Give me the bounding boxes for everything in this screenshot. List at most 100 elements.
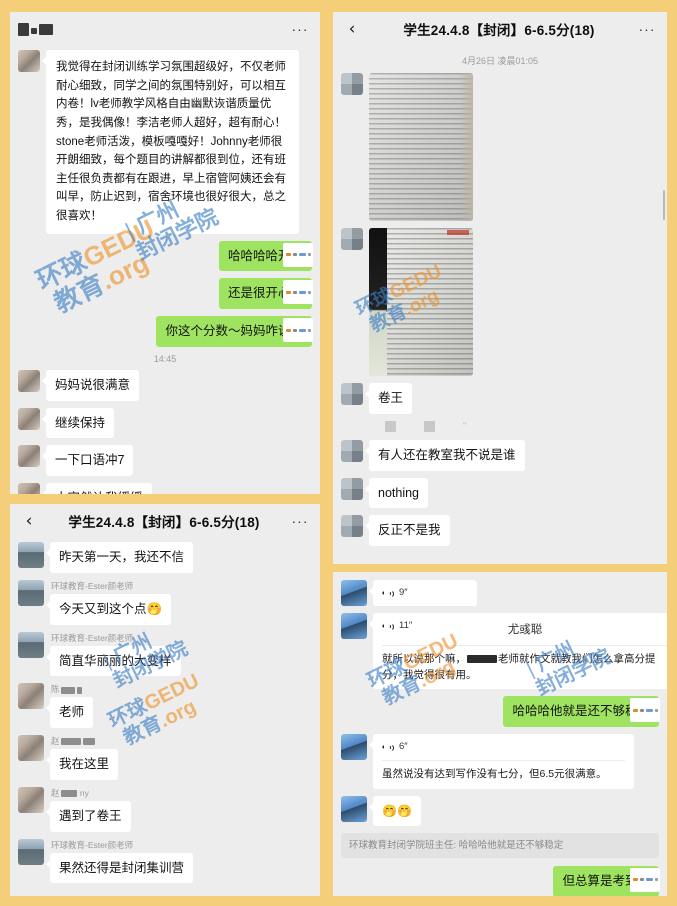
voice-transcript: 就所以说那个嘛， 老师就作文就教我们怎么拿高分提分，我觉得很有用。 [382, 644, 667, 684]
emoji-message[interactable]: 🤭🤭 [369, 795, 421, 826]
chat-title: 学生24.4.8【封闭】6-6.5分(18) [68, 515, 260, 530]
sender-name: 环球教育-Ester颜老师 [51, 632, 134, 643]
message-row: 一下口语冲7 [18, 445, 312, 477]
message-bubble[interactable]: 老师 [45, 697, 94, 728]
message-row [341, 73, 659, 221]
sender-name: 环球教育-Ester颜老师 [51, 580, 134, 591]
read-receipt-stub [283, 318, 313, 343]
avatar[interactable] [18, 735, 44, 761]
sender-name-redacted: 陈 [51, 683, 93, 695]
chevron-left-icon[interactable]: ‹ [18, 512, 40, 530]
message-bubble[interactable]: 简直华丽丽的大变样 [46, 645, 181, 677]
avatar[interactable] [341, 439, 363, 462]
message-list-top-right: 4月26日 凌晨01:05 卷王 " 有人还在教室我不说是谁 nothing 反… [333, 46, 667, 546]
photo-message[interactable] [369, 73, 473, 221]
message-bubble[interactable]: 妈妈说很满意 [41, 369, 140, 401]
panel-bottom-left: ‹ 学生24.4.8【封闭】6-6.5分(18) ··· 昨天第一天，我还不信 … [10, 504, 320, 896]
avatar[interactable] [18, 542, 44, 568]
message-row: 反正不是我 [341, 515, 659, 546]
voice-message-with-transcript[interactable]: 6″ 虽然说没有达到写作没有七分，但6.5元很满意。 [369, 734, 634, 789]
voice-speaker-name: 尤彧聪 [507, 623, 543, 636]
avatar[interactable] [341, 383, 363, 405]
message-list-bottom-left: 昨天第一天，我还不信 环球教育-Ester颜老师 今天又到这个点🤭 环球教育-E… [10, 538, 320, 884]
score-sheet-photo[interactable] [369, 73, 473, 221]
panel-top-right: ‹ 学生24.4.8【封闭】6-6.5分(18) ··· 4月26日 凌晨01:… [333, 12, 667, 564]
message-bubble[interactable]: 继续保持 [41, 407, 115, 439]
panel-top-left: ··· 我觉得在封闭训练学习氛围超级好，不仅老师耐心细致，同学之间的氛围特别好，… [10, 12, 320, 494]
quoted-reply[interactable]: 环球教育封闭学院班主任: 哈哈哈他就是还不够稳定 [341, 832, 659, 858]
more-dots-icon[interactable]: ··· [288, 21, 312, 37]
photo-message[interactable] [369, 228, 473, 376]
message-row: 继续保持 [18, 407, 312, 439]
message-row: 还是很开心的 [18, 278, 313, 310]
scrollbar-thumb[interactable] [663, 190, 665, 220]
message-bubble[interactable]: 一下口语冲7 [41, 445, 134, 477]
voice-duration: 9″ [399, 587, 408, 598]
message-row: 有人还在教室我不说是谁 [341, 439, 659, 471]
message-bubble[interactable]: 遇到了卷王 [46, 800, 131, 832]
message-row: 哈哈哈他就是还不够稳定 [341, 696, 660, 728]
sender-name: 环球教育-Ester颜老师 [51, 839, 134, 850]
avatar[interactable] [341, 515, 363, 538]
message-row: 卷王 [341, 383, 659, 414]
chat-header-top-right: ‹ 学生24.4.8【封闭】6-6.5分(18) ··· [333, 12, 667, 46]
avatar[interactable] [18, 838, 44, 865]
contact-name-redacted [18, 22, 288, 36]
avatar[interactable] [341, 580, 367, 606]
message-row: 6″ 虽然说没有达到写作没有七分，但6.5元很满意。 [341, 734, 659, 789]
more-dots-icon[interactable]: ··· [635, 21, 659, 37]
avatar[interactable] [18, 407, 40, 430]
placeholder-quote: " [463, 421, 467, 432]
message-bubble[interactable]: 我在这里 [45, 749, 119, 780]
message-bubble[interactable]: 反正不是我 [365, 515, 450, 546]
voice-message[interactable]: 9″ [369, 580, 477, 607]
more-dots-icon[interactable]: ··· [288, 513, 312, 529]
avatar[interactable] [18, 369, 40, 392]
avatar[interactable] [18, 50, 40, 72]
message-bubble[interactable]: 今天又到这个点🤭 [45, 593, 172, 625]
redacted-name-blocks [18, 22, 53, 36]
voice-message-with-transcript[interactable]: 11″ 尤彧聪 就所以说那个嘛， 老师就作文就教我们怎么拿高分提分，我觉得很有用。 [369, 613, 667, 690]
message-bubble[interactable]: 太突然让我缓缓 [42, 483, 152, 494]
message-timestamp: 14:45 [153, 353, 177, 364]
avatar[interactable] [341, 613, 367, 640]
sender-name-redacted: 赵 ny [51, 787, 89, 798]
message-bubble[interactable]: 昨天第一天，我还不信 [45, 542, 194, 573]
message-row: 你这个分数～妈妈咋说呀 [18, 316, 313, 347]
message-bubble[interactable]: 我觉得在封闭训练学习氛围超级好，不仅老师耐心细致，同学之间的氛围特别好，可以相互… [42, 50, 299, 234]
message-bubble[interactable]: 果然还得是封闭集训营 [45, 852, 194, 884]
avatar[interactable] [341, 477, 363, 500]
avatar[interactable] [18, 483, 40, 494]
avatar[interactable] [18, 683, 44, 710]
placeholder-row: " [385, 420, 659, 432]
message-row: 环球教育-Ester颜老师 今天又到这个点🤭 [18, 579, 312, 625]
avatar[interactable] [341, 734, 367, 761]
avatar[interactable] [18, 786, 44, 813]
message-row: 昨天第一天，我还不信 [18, 542, 312, 573]
message-row: 环球教育-Ester颜老师 果然还得是封闭集训营 [18, 838, 312, 884]
read-receipt-stub [630, 698, 660, 723]
avatar[interactable] [18, 445, 40, 468]
speaker-icon [382, 621, 394, 632]
chevron-left-icon[interactable]: ‹ [341, 20, 363, 38]
avatar[interactable] [341, 228, 363, 250]
message-row: 9″ [341, 580, 659, 607]
sender-name-redacted: 赵 [51, 735, 118, 747]
score-sheet-photo[interactable] [369, 228, 473, 376]
message-bubble[interactable]: nothing [364, 477, 429, 509]
message-row: 妈妈说很满意 [18, 369, 312, 401]
message-row: 哈哈哈哈开心 [18, 240, 313, 272]
message-row: 🤭🤭 [341, 795, 659, 826]
message-bubble[interactable]: 有人还在教室我不说是谁 [365, 439, 525, 471]
chat-header-bottom-left: ‹ 学生24.4.8【封闭】6-6.5分(18) ··· [10, 504, 320, 538]
avatar[interactable] [18, 579, 44, 606]
message-bubble[interactable]: 卷王 [364, 383, 413, 414]
date-divider: 4月26日 凌晨01:05 [461, 56, 539, 66]
chat-title: 学生24.4.8【封闭】6-6.5分(18) [403, 23, 595, 38]
message-row: 但总算是考到了 [341, 865, 660, 896]
collage-board: ··· 我觉得在封闭训练学习氛围超级好，不仅老师耐心细致，同学之间的氛围特别好，… [0, 0, 677, 906]
speaker-icon [382, 742, 394, 753]
avatar[interactable] [18, 631, 44, 658]
avatar[interactable] [341, 73, 363, 95]
avatar[interactable] [341, 795, 367, 822]
